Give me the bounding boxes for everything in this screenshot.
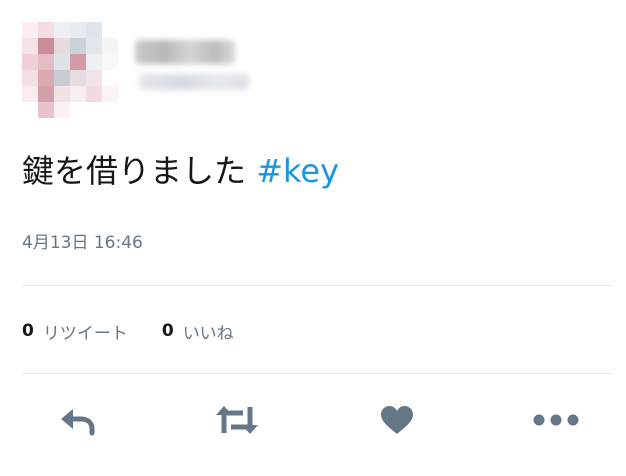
username-redacted[interactable] <box>139 74 249 90</box>
heart-icon <box>381 406 413 434</box>
like-button[interactable] <box>377 400 417 440</box>
reply-button[interactable] <box>55 400 99 440</box>
tweet-text: 鍵を借りました #key <box>22 149 339 193</box>
tweet-timestamp[interactable]: 4月13日 16:46 <box>22 231 143 255</box>
retweet-stat[interactable]: 0 リツイート <box>22 319 128 344</box>
hashtag-link[interactable]: #key <box>256 152 339 190</box>
display-name-redacted[interactable] <box>135 40 235 64</box>
more-button[interactable] <box>532 400 580 440</box>
tweet-text-main: 鍵を借りました <box>22 152 247 190</box>
like-count: 0 <box>161 321 174 341</box>
tweet-stats: 0 リツイート 0 いいね <box>22 318 234 344</box>
retweet-label: リツイート <box>42 323 128 344</box>
more-icon <box>533 414 579 426</box>
tweet-card: 鍵を借りました #key 4月13日 16:46 0 リツイート 0 いいね <box>0 0 626 476</box>
retweet-count: 0 <box>22 321 34 341</box>
retweet-icon <box>216 406 258 434</box>
divider <box>22 285 612 286</box>
reply-icon <box>61 409 95 436</box>
retweet-button[interactable] <box>212 400 262 440</box>
like-label: いいね <box>182 323 234 344</box>
avatar[interactable] <box>22 22 118 118</box>
like-stat[interactable]: 0 いいね <box>162 319 234 344</box>
divider <box>22 373 612 374</box>
